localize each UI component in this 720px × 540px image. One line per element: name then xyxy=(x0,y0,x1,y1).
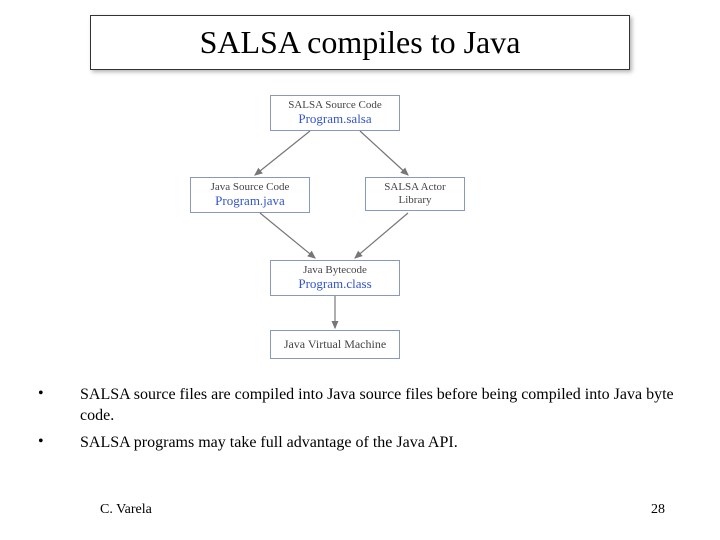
node-salsa-source-label: SALSA Source Code xyxy=(277,99,393,111)
footer-page-number: 28 xyxy=(651,502,665,518)
bullet-item: • SALSA source files are compiled into J… xyxy=(30,385,690,427)
node-actor-library: SALSA Actor Library xyxy=(365,177,465,211)
bullet-list: • SALSA source files are compiled into J… xyxy=(30,385,690,459)
node-salsa-source-file: Program.salsa xyxy=(277,111,393,127)
node-bytecode-file: Program.class xyxy=(277,276,393,292)
bullet-text: SALSA source files are compiled into Jav… xyxy=(80,385,690,427)
diagram-arrows xyxy=(140,95,580,365)
node-java-source: Java Source Code Program.java xyxy=(190,177,310,213)
node-salsa-source: SALSA Source Code Program.salsa xyxy=(270,95,400,131)
bullet-icon: • xyxy=(30,385,80,427)
slide-title-box: SALSA compiles to Java xyxy=(90,15,630,70)
bullet-icon: • xyxy=(30,433,80,454)
node-bytecode: Java Bytecode Program.class xyxy=(270,260,400,296)
bullet-text: SALSA programs may take full advantage o… xyxy=(80,433,690,454)
node-java-source-label: Java Source Code xyxy=(197,181,303,193)
compile-diagram: SALSA Source Code Program.salsa Java Sou… xyxy=(140,95,580,365)
footer-author: C. Varela xyxy=(100,502,152,518)
node-java-source-file: Program.java xyxy=(197,193,303,209)
slide-title: SALSA compiles to Java xyxy=(200,24,521,61)
node-actor-library-label: SALSA Actor Library xyxy=(372,181,458,207)
node-jvm: Java Virtual Machine xyxy=(270,330,400,359)
node-bytecode-label: Java Bytecode xyxy=(277,264,393,276)
bullet-item: • SALSA programs may take full advantage… xyxy=(30,433,690,454)
node-jvm-label: Java Virtual Machine xyxy=(277,337,393,352)
